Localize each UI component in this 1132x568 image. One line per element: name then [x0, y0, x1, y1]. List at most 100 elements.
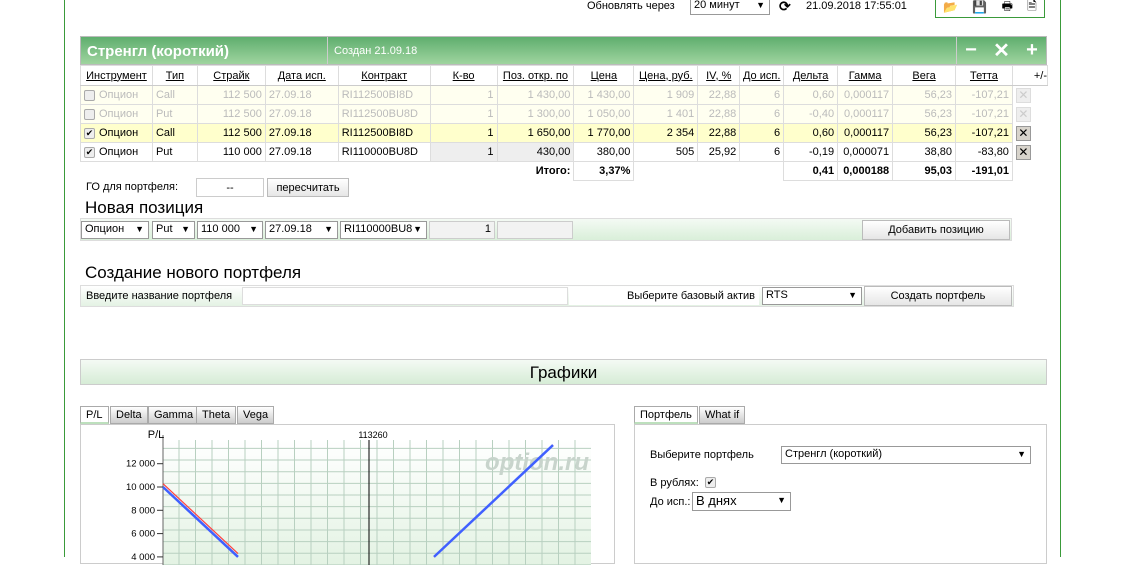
create-portfolio-button[interactable]: Создать портфель	[864, 286, 1012, 306]
portfolio-select[interactable]: Стренгл (короткий) ▼	[781, 446, 1031, 464]
column-header[interactable]: Цена, руб.	[633, 65, 699, 86]
tab-pl[interactable]: P/L	[80, 406, 109, 424]
charts-title: Графики	[80, 359, 1047, 385]
tab-what-if[interactable]: What if	[699, 406, 746, 424]
tab-portfolio[interactable]: Портфель	[634, 406, 698, 424]
new-position-title: Новая позиция	[85, 198, 204, 217]
rub-label: В рублях:	[650, 477, 699, 489]
cell-text: 1 430,00	[527, 89, 571, 101]
page-border-left	[64, 0, 65, 557]
cell-text: 22,88	[708, 89, 737, 101]
column-header[interactable]: Страйк	[196, 65, 266, 86]
cell-text: 56,23	[924, 108, 952, 120]
watermark: option.ru	[485, 449, 589, 476]
remove-row-icon[interactable]: ✕	[1015, 87, 1031, 103]
cell: Call	[151, 85, 198, 105]
table-row: ✔ Опцион Call 112 500 27.09.18 RI112500BI8D 1 1…	[80, 123, 1048, 143]
go-value: --	[196, 178, 264, 197]
type-select[interactable]: Put ▼	[152, 221, 195, 239]
portfolio-name-input[interactable]	[242, 287, 568, 305]
cell: -107,21	[954, 104, 1013, 124]
cell[interactable]: 1	[429, 123, 498, 143]
rub-checkbox[interactable]: ✔	[705, 476, 716, 488]
column-header[interactable]: Дата исп.	[264, 65, 339, 86]
row-checkbox[interactable]	[84, 89, 95, 101]
column-header[interactable]: Поз. откр. по	[496, 65, 575, 86]
cell-text: Call	[155, 89, 175, 101]
exp-select[interactable]: В днях ▼	[692, 492, 791, 511]
tab-vega[interactable]: Vega	[237, 406, 275, 424]
cell: 6	[739, 142, 785, 162]
cell[interactable]: 1	[429, 85, 498, 105]
column-header[interactable]: Гамма	[837, 65, 894, 86]
tab-gamma[interactable]: Gamma	[148, 406, 200, 424]
pl-chart: P/L 12 000 10 000 8 000 6 000 4 000 option.ru 1…	[126, 429, 591, 568]
cell: ✔ Опцион	[80, 142, 153, 162]
tab-delta[interactable]: Delta	[110, 406, 148, 424]
add-position-button[interactable]: Добавить позицию	[862, 220, 1010, 240]
cell: 38,80	[892, 142, 956, 162]
print-icon[interactable]: 🖶	[1002, 0, 1013, 18]
cell-text: 1 050,00	[587, 108, 631, 120]
cell-text: -107,21	[971, 108, 1009, 120]
save-icon[interactable]: 💾	[972, 0, 987, 14]
total-cell: 3,37%	[573, 161, 635, 181]
cell: Put	[151, 104, 198, 124]
cell: -107,21	[954, 85, 1013, 105]
cell-text: -107,21	[971, 89, 1009, 101]
cell[interactable]: 1	[429, 142, 498, 162]
remove-row-icon[interactable]: ✕	[1015, 125, 1031, 141]
column-header[interactable]: IV, %	[697, 65, 741, 86]
column-header[interactable]: Контракт	[337, 65, 431, 86]
column-header[interactable]: Инструмент	[80, 65, 153, 86]
open-folder-icon[interactable]: 📂	[943, 0, 958, 14]
column-header[interactable]: К-во	[429, 65, 498, 86]
add-icon[interactable]: +	[1026, 39, 1038, 62]
cell-text: 1 300,00	[527, 108, 571, 120]
cell-text: -107,21	[971, 127, 1009, 139]
remove-row-icon[interactable]: ✕	[1015, 106, 1031, 122]
column-header[interactable]: Тип	[151, 65, 198, 86]
price-input[interactable]	[497, 221, 573, 239]
minimize-icon[interactable]: −	[965, 39, 977, 62]
cell: 56,23	[892, 85, 956, 105]
cell-text: -0,19	[809, 146, 835, 158]
cell-text: 505	[675, 146, 695, 158]
cell: RI110000BU8D	[337, 142, 431, 162]
date-select[interactable]: 27.09.18 ▼	[265, 221, 338, 239]
instrument-select[interactable]: Опцион ▼	[81, 221, 149, 239]
refresh-icon[interactable]: ⟳	[779, 0, 791, 15]
tab-theta[interactable]: Theta	[196, 406, 237, 424]
recalc-button[interactable]: пересчитать	[267, 178, 349, 197]
cell: 56,23	[892, 123, 956, 143]
row-checkbox[interactable]	[84, 108, 95, 120]
cell: 6	[739, 123, 785, 143]
column-header[interactable]: До исп.	[739, 65, 785, 86]
cell-text: 112 500	[222, 89, 262, 101]
refresh-select[interactable]: 20 минут ▼	[690, 0, 770, 15]
cell[interactable]: 1	[429, 104, 498, 124]
row-checkbox[interactable]: ✔	[84, 146, 95, 158]
cell: 0,000117	[837, 104, 894, 124]
row-checkbox[interactable]: ✔	[84, 127, 95, 139]
column-header[interactable]: Тетта	[954, 65, 1013, 86]
cell-text: 380,00	[596, 146, 631, 158]
column-header[interactable]: Вега	[892, 65, 956, 86]
refresh-value: 20 минут	[694, 0, 740, 11]
strike-select[interactable]: 110 000 ▼	[197, 221, 263, 239]
cell-text: Опцион	[99, 89, 139, 101]
cell-text: 112 500	[222, 108, 262, 120]
column-header[interactable]: Дельта	[783, 65, 839, 86]
cell-text: RI110000BU8D	[341, 146, 418, 158]
cell-text: 25,92	[708, 146, 737, 158]
cell-text: Опцион	[99, 146, 139, 158]
remove-row-icon[interactable]: ✕	[1015, 144, 1031, 160]
asset-select[interactable]: RTS ▼	[762, 287, 862, 305]
contract-select[interactable]: RI110000BU8D ▼	[340, 221, 427, 239]
qty-input[interactable]: 1	[429, 221, 495, 239]
close-icon[interactable]: ✕	[993, 38, 1010, 63]
cell: 0,000071	[837, 142, 894, 162]
portfolio-name-label: Введите название портфеля	[86, 290, 233, 302]
column-header[interactable]: Цена	[573, 65, 635, 86]
export-icon[interactable]: 🗎	[1027, 0, 1037, 18]
